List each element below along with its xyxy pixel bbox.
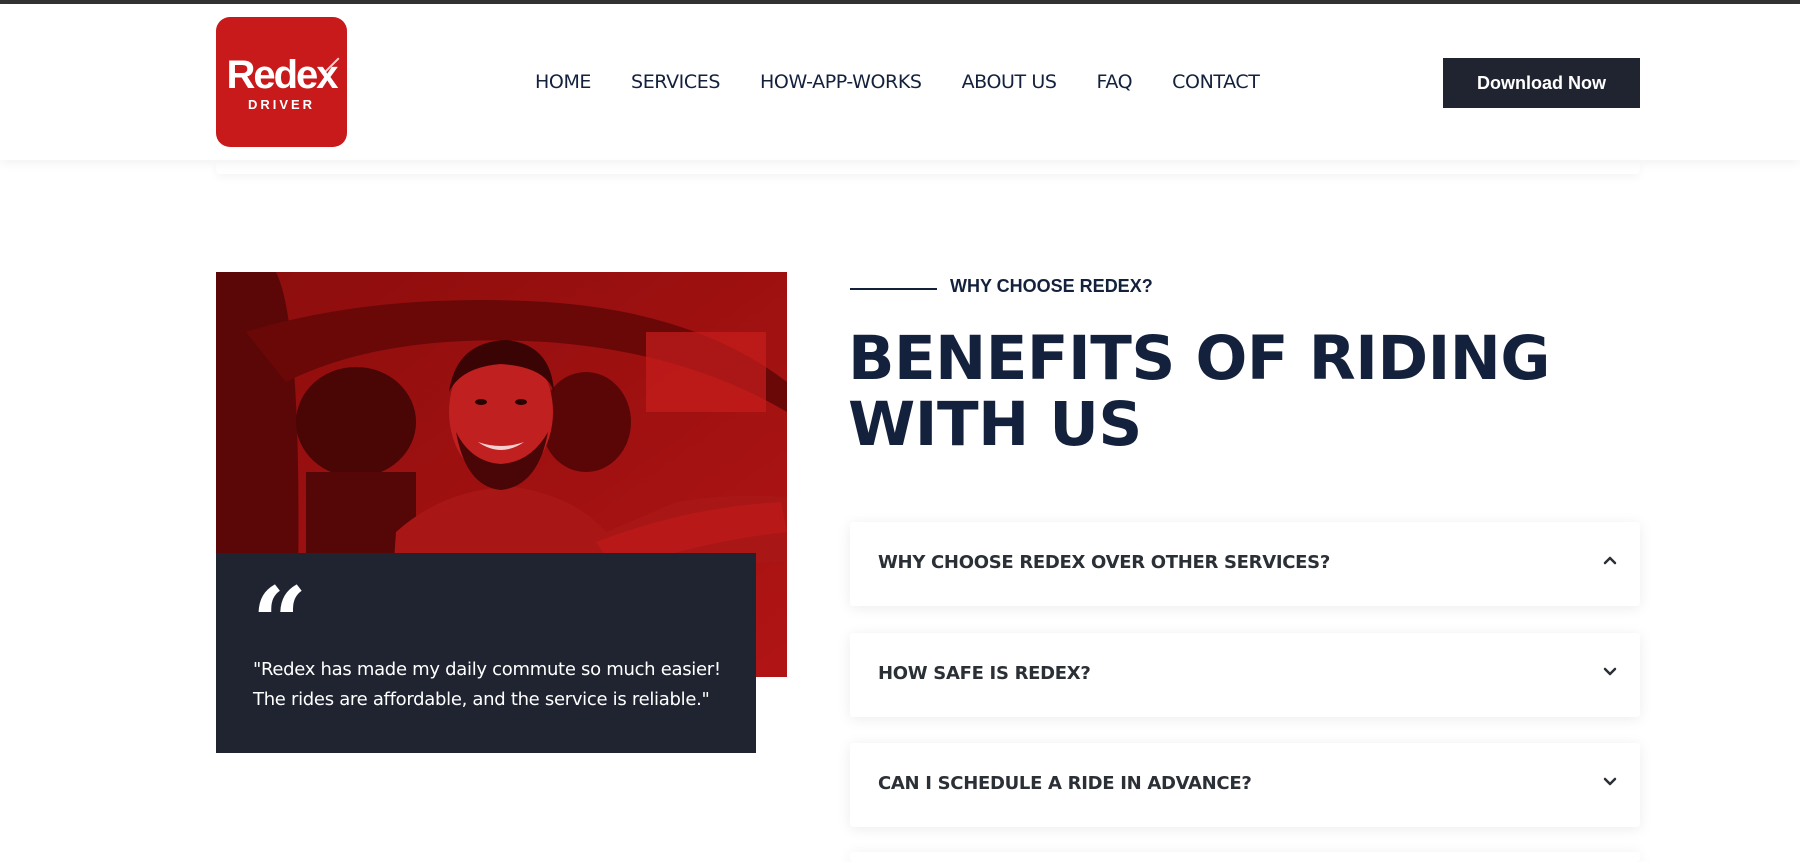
chevron-down-icon[interactable] — [1602, 773, 1618, 789]
chevron-up-icon[interactable] — [1602, 552, 1618, 568]
logo-wordmark: Redex — [226, 53, 338, 97]
nav-contact[interactable]: CONTACT — [1172, 71, 1260, 93]
section-title: BENEFITS OF RIDING WITH US — [848, 323, 1550, 460]
header-shadow-strip — [216, 160, 1640, 174]
testimonial-text: "Redex has made my daily commute so much… — [253, 659, 721, 710]
nav-how-app-works[interactable]: HOW-APP-WORKS — [760, 71, 922, 93]
faq-question: CAN I SCHEDULE A RIDE IN ADVANCE? — [878, 773, 1252, 794]
eyebrow-divider — [850, 288, 937, 290]
chevron-down-icon[interactable] — [1602, 663, 1618, 679]
faq-item[interactable]: WHY CHOOSE REDEX OVER OTHER SERVICES? — [850, 522, 1640, 606]
nav-faq[interactable]: FAQ — [1097, 71, 1133, 93]
nav-services[interactable]: SERVICES — [631, 71, 720, 93]
nav-about-us[interactable]: ABOUT US — [962, 71, 1057, 93]
testimonial-card: “ "Redex has made my daily commute so mu… — [216, 553, 756, 753]
site-header: Redex DRIVER HOME SERVICES HOW-APP-WORKS… — [0, 4, 1800, 160]
download-now-button[interactable]: Download Now — [1443, 58, 1640, 108]
logo-subtitle: DRIVER — [247, 97, 316, 112]
main-nav: HOME SERVICES HOW-APP-WORKS ABOUT US FAQ… — [535, 71, 1260, 93]
faq-item[interactable]: HOW SAFE IS REDEX? — [850, 633, 1640, 717]
faq-question: WHY CHOOSE REDEX OVER OTHER SERVICES? — [878, 552, 1330, 573]
faq-item-partial — [850, 852, 1640, 862]
brand-logo[interactable]: Redex DRIVER — [216, 17, 347, 147]
faq-question: HOW SAFE IS REDEX? — [878, 663, 1091, 684]
faq-item[interactable]: CAN I SCHEDULE A RIDE IN ADVANCE? — [850, 743, 1640, 827]
nav-home[interactable]: HOME — [535, 71, 591, 93]
section-eyebrow: WHY CHOOSE REDEX? — [950, 276, 1153, 296]
